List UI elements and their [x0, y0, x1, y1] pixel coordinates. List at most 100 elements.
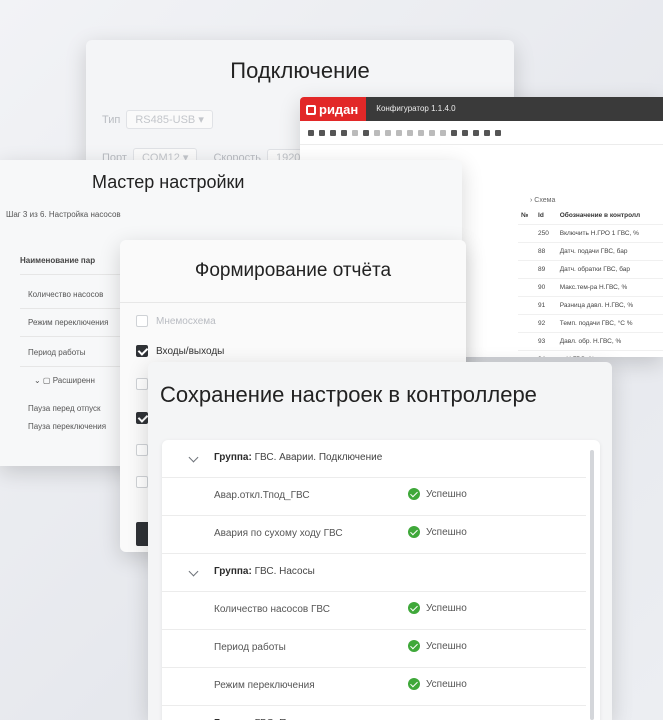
report-title: Формирование отчёта [194, 260, 392, 281]
save-results-list: Группа: ГВС. Аварии. Подключение Авар.отк… [162, 440, 600, 720]
status-text: Успешно [426, 526, 467, 538]
option-checkbox[interactable] [136, 476, 148, 488]
wizard-row[interactable]: Пауза переключения [28, 422, 106, 431]
table-row[interactable]: 92 Темп. подачи ГВС, °С % [518, 314, 663, 333]
tool-icon[interactable] [330, 129, 336, 136]
table-cell: 90 [535, 278, 557, 297]
app-titlebar: ридан Конфигуратор 1.1.4.0 [300, 97, 663, 121]
tool-icon[interactable] [495, 129, 501, 136]
chevron-down-icon[interactable] [188, 452, 199, 463]
tool-icon[interactable] [385, 129, 391, 136]
parameter-name: Количество насосов ГВС [214, 604, 330, 615]
group-row[interactable]: Группа: ГВС. Аварии. Подключение [162, 440, 586, 478]
table-row[interactable]: 250 Включить Н.ГРО 1 ГВС, % [518, 224, 663, 243]
tool-icon[interactable] [418, 129, 424, 136]
group-label: Группа: ГВС. Насосы [214, 566, 315, 577]
type-label: Тип [102, 113, 121, 126]
wizard-row[interactable]: Период работы [28, 348, 85, 357]
divider [20, 308, 130, 309]
table-cell: 94 [535, 350, 557, 357]
divider [20, 366, 130, 367]
status-success: Успешно [408, 640, 467, 652]
table-cell [518, 224, 536, 243]
status-success: Успешно [408, 602, 467, 614]
status-success: Успешно [408, 526, 467, 538]
tool-icon[interactable] [374, 129, 380, 136]
check-circle-icon [408, 678, 420, 690]
status-text: Успешно [426, 640, 467, 652]
scrollbar[interactable] [590, 450, 594, 720]
toolbar [300, 121, 663, 145]
table-cell [518, 260, 536, 279]
group-row[interactable]: Группа: ГВС. Подключение датчиков [162, 706, 586, 720]
table-cell: 88 [535, 242, 557, 261]
status-text: Успешно [426, 488, 467, 500]
table-cell: Датч. обратки ГВС, бар [556, 260, 663, 279]
chevron-down-icon[interactable] [188, 566, 199, 577]
tool-icon[interactable] [308, 129, 314, 136]
table-cell: 250 [535, 224, 557, 243]
table-cell [518, 278, 536, 297]
parameter-name: Период работы [214, 642, 286, 653]
wizard-expandable-row[interactable]: ⌄ ▢ Расширенн [34, 376, 95, 385]
option-checkbox[interactable] [136, 412, 148, 424]
table-row[interactable]: 88 Датч. подачи ГВС, бар [518, 242, 663, 261]
tool-icon[interactable] [407, 129, 413, 136]
option-checkbox[interactable] [136, 444, 148, 456]
table-row[interactable]: 91 Разница давл. Н.ГВС, % [518, 296, 663, 315]
wizard-row[interactable]: Пауза перед отпуск [28, 404, 101, 413]
table-cell: Давл. обр. Н.ГВС, % [556, 332, 663, 351]
parameter-row: Период работы Успешно [162, 630, 586, 668]
table-cell [518, 332, 536, 351]
option-checkbox[interactable] [136, 378, 148, 390]
option-checkbox-mnemo[interactable] [136, 315, 148, 327]
tool-icon[interactable] [363, 129, 369, 136]
tool-icon[interactable] [352, 129, 358, 136]
connection-title: Подключение [230, 58, 370, 83]
group-label: Группа: ГВС. Аварии. Подключение [214, 452, 382, 463]
wizard-row[interactable]: Режим переключения [28, 318, 108, 327]
tool-icon[interactable] [429, 129, 435, 136]
wizard-title: Мастер настройки [92, 172, 245, 192]
tool-icon[interactable] [473, 129, 479, 136]
parameter-row: Количество насосов ГВС Успешно [162, 592, 586, 630]
table-cell: 93 [535, 332, 557, 351]
table-cell [518, 350, 536, 357]
table-cell: …Н.ГВС, % [556, 350, 663, 357]
option-checkbox-io[interactable] [136, 345, 148, 357]
col-designation: Обозначение в контролл [556, 207, 663, 225]
tree-label[interactable]: › Схема [530, 197, 555, 204]
col-number: № [518, 207, 536, 225]
group-name: ГВС. Насосы [251, 566, 315, 577]
table-row[interactable]: 90 Макс.тем-ра Н.ГВС, % [518, 278, 663, 297]
divider [20, 274, 130, 275]
check-circle-icon [408, 602, 420, 614]
parameter-row: Режим переключения Успешно [162, 668, 586, 706]
table-cell [518, 296, 536, 315]
wizard-row[interactable]: Количество насосов [28, 290, 103, 299]
table-row[interactable]: 89 Датч. обратки ГВС, бар [518, 260, 663, 279]
tool-icon[interactable] [484, 129, 490, 136]
save-settings-panel: Сохранение настроек в контроллере Группа… [148, 362, 612, 720]
group-row[interactable]: Группа: ГВС. Насосы [162, 554, 586, 592]
tool-icon[interactable] [451, 129, 457, 136]
tool-icon[interactable] [440, 129, 446, 136]
table-cell [518, 314, 536, 333]
type-select[interactable]: RS485-USB ▾ [126, 110, 213, 129]
table-cell: 89 [535, 260, 557, 279]
status-success: Успешно [408, 488, 467, 500]
table-row[interactable]: 94…Н.ГВС, % [518, 350, 663, 357]
table-row[interactable]: 93 Давл. обр. Н.ГВС, % [518, 332, 663, 351]
group-prefix: Группа: [214, 452, 252, 463]
tool-icon[interactable] [341, 129, 347, 136]
parameter-name: Авар.откл.Тпод_ГВС [214, 490, 310, 501]
app-version: Конфигуратор 1.1.4.0 [366, 97, 663, 121]
group-name: ГВС. Аварии. Подключение [251, 452, 383, 463]
table-cell: Датч. подачи ГВС, бар [556, 242, 663, 261]
tool-icon[interactable] [319, 129, 325, 136]
tool-icon[interactable] [396, 129, 402, 136]
tool-icon[interactable] [462, 129, 468, 136]
status-text: Успешно [426, 678, 467, 690]
table-cell: 92 [535, 314, 557, 333]
parameters-table: № Id Обозначение в контролл 250 Включить … [518, 207, 663, 357]
